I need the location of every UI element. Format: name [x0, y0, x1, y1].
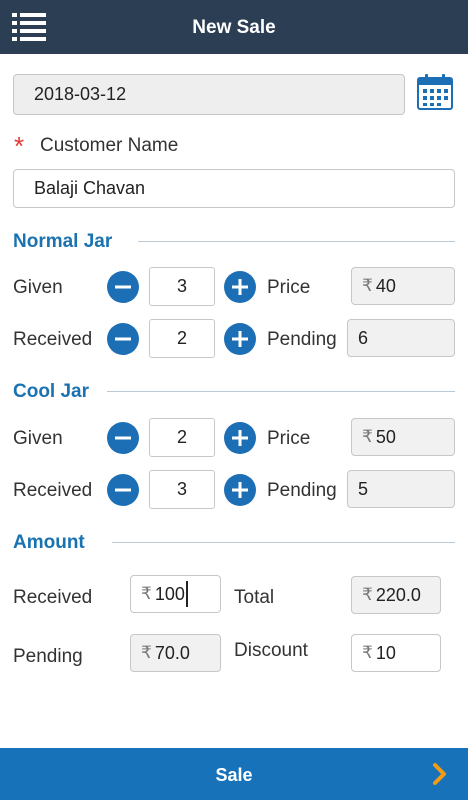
- cool-received-label: Received: [13, 480, 93, 501]
- minus-icon: [115, 436, 131, 440]
- normal-price-label: Price: [267, 277, 311, 298]
- calendar-icon[interactable]: [416, 73, 454, 111]
- sale-button[interactable]: Sale: [0, 748, 468, 800]
- total-label: Total: [234, 587, 275, 608]
- normal-jar-heading: Normal Jar: [13, 231, 113, 252]
- rupee-icon: ₹: [362, 427, 373, 446]
- normal-pending-value: 6: [358, 327, 369, 348]
- amount-heading: Amount: [13, 532, 85, 553]
- normal-pending-label: Pending: [267, 329, 337, 350]
- required-asterisk: *: [14, 131, 25, 161]
- sale-button-label: Sale: [215, 765, 253, 785]
- cool-received-decrement-button[interactable]: [107, 474, 139, 506]
- normal-given-qty[interactable]: 3: [149, 267, 215, 306]
- cool-received-qty[interactable]: 3: [149, 470, 215, 509]
- amount-pending-label: Pending: [13, 646, 83, 667]
- amount-received-value: 100: [154, 583, 185, 604]
- rupee-icon: ₹: [141, 584, 152, 603]
- normal-price-value: 40: [375, 275, 396, 296]
- cool-received-increment-button[interactable]: [224, 474, 256, 506]
- normal-pending-field: 6: [347, 319, 455, 357]
- amount-divider: [112, 542, 455, 543]
- rupee-icon: ₹: [141, 643, 152, 662]
- plus-icon: [232, 482, 248, 498]
- cool-price-label: Price: [267, 428, 311, 449]
- cool-pending-field: 5: [347, 470, 455, 508]
- rupee-icon: ₹: [362, 585, 373, 604]
- normal-received-decrement-button[interactable]: [107, 323, 139, 355]
- text-cursor: [185, 581, 188, 607]
- amount-received-label: Received: [13, 587, 93, 608]
- customer-name-field[interactable]: Balaji Chavan: [13, 169, 455, 208]
- normal-given-increment-button[interactable]: [224, 271, 256, 303]
- minus-icon: [115, 337, 131, 341]
- normal-received-qty[interactable]: 2: [149, 319, 215, 358]
- discount-value: 10: [375, 642, 396, 663]
- total-value: 220.0: [375, 584, 421, 605]
- cool-jar-divider: [107, 391, 455, 392]
- normal-jar-divider: [138, 241, 455, 242]
- customer-name-label: Customer Name: [40, 135, 179, 156]
- chevron-right-icon: [428, 761, 452, 787]
- normal-price-field: ₹ 40: [351, 267, 455, 305]
- plus-icon: [232, 279, 248, 295]
- discount-field[interactable]: ₹ 10: [351, 634, 441, 672]
- minus-icon: [115, 285, 131, 289]
- plus-icon: [232, 430, 248, 446]
- rupee-icon: ₹: [362, 643, 373, 662]
- cool-given-decrement-button[interactable]: [107, 422, 139, 454]
- page-title: New Sale: [192, 17, 276, 38]
- minus-icon: [115, 488, 131, 492]
- cool-jar-heading: Cool Jar: [13, 381, 90, 402]
- amount-pending-value: 70.0: [154, 642, 190, 663]
- normal-given-label: Given: [13, 277, 63, 298]
- rupee-icon: ₹: [362, 276, 373, 295]
- cool-given-increment-button[interactable]: [224, 422, 256, 454]
- normal-received-label: Received: [13, 329, 93, 350]
- normal-given-decrement-button[interactable]: [107, 271, 139, 303]
- amount-received-field[interactable]: ₹ 100: [130, 575, 221, 613]
- plus-icon: [232, 331, 248, 347]
- total-field: ₹ 220.0: [351, 576, 441, 614]
- cool-price-value: 50: [375, 426, 396, 447]
- amount-pending-field: ₹ 70.0: [130, 634, 221, 672]
- date-field[interactable]: 2018-03-12: [13, 74, 405, 115]
- cool-pending-label: Pending: [267, 480, 337, 501]
- cool-price-field: ₹ 50: [351, 418, 455, 456]
- normal-received-increment-button[interactable]: [224, 323, 256, 355]
- cool-given-qty[interactable]: 2: [149, 418, 215, 457]
- top-app-bar: New Sale: [0, 0, 468, 54]
- cool-given-label: Given: [13, 428, 63, 449]
- cool-pending-value: 5: [358, 478, 369, 499]
- discount-label: Discount: [234, 640, 308, 661]
